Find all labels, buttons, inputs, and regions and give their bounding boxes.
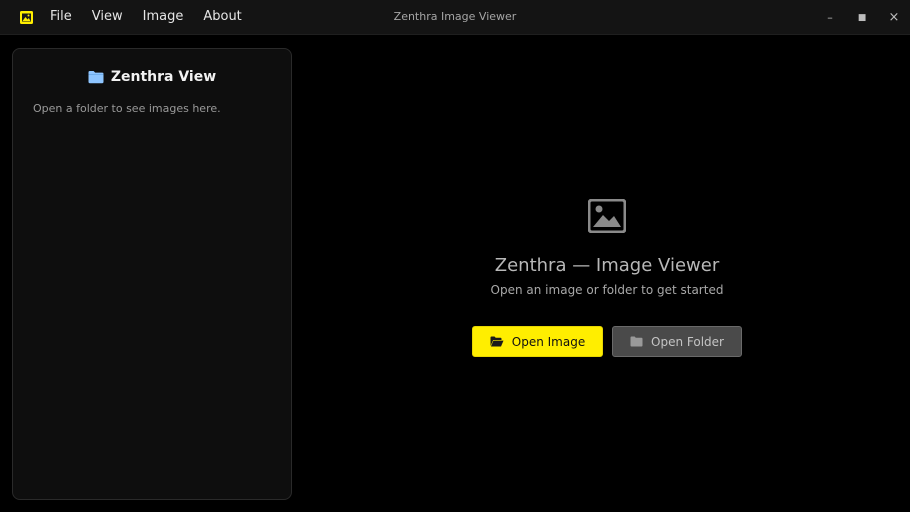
- main-area: Zenthra — Image Viewer Open an image or …: [300, 36, 910, 512]
- minimize-button[interactable]: –: [814, 0, 846, 35]
- empty-state-subheading: Open an image or folder to get started: [490, 283, 724, 297]
- folder-icon: [630, 336, 643, 347]
- folder-icon: [88, 71, 104, 84]
- image-placeholder-icon: [588, 199, 626, 233]
- title-bar: File View Image About Zenthra Image View…: [0, 0, 910, 35]
- folder-open-icon: [490, 336, 504, 347]
- empty-state-heading: Zenthra — Image Viewer: [494, 255, 720, 276]
- menu-file[interactable]: File: [40, 0, 82, 35]
- sidebar-panel: Zenthra View Open a folder to see images…: [12, 48, 292, 500]
- sidebar-title: Zenthra View: [110, 69, 217, 85]
- menu-about[interactable]: About: [193, 0, 251, 35]
- sidebar-header: Zenthra View: [13, 69, 291, 85]
- window-controls: – ■ ×: [814, 0, 910, 35]
- open-image-label: Open Image: [511, 334, 586, 349]
- menu-view[interactable]: View: [82, 0, 133, 35]
- menu-image[interactable]: Image: [133, 0, 194, 35]
- image-icon[interactable]: [20, 11, 33, 24]
- app-window: File View Image About Zenthra Image View…: [0, 0, 910, 512]
- sidebar-empty-message: Open a folder to see images here.: [33, 102, 221, 115]
- maximize-button[interactable]: ■: [846, 0, 878, 35]
- open-folder-button[interactable]: Open Folder: [612, 326, 742, 357]
- open-image-button[interactable]: Open Image: [472, 326, 603, 357]
- close-button[interactable]: ×: [878, 0, 910, 35]
- menu-bar: File View Image About: [40, 0, 252, 35]
- open-folder-label: Open Folder: [651, 334, 724, 349]
